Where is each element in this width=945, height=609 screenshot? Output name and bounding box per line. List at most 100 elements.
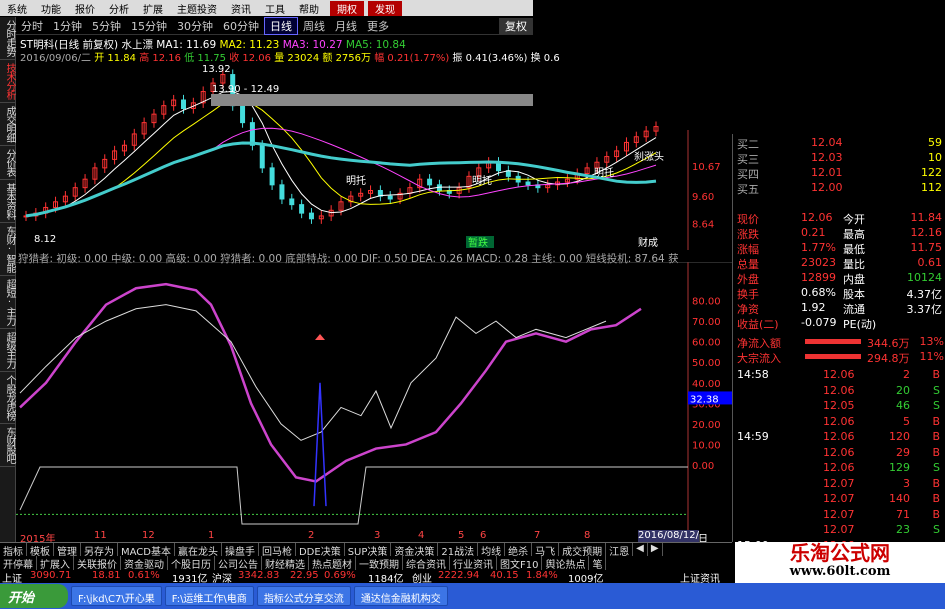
taskbar-window-item[interactable]: F:\运维工作\电商 — [164, 586, 254, 606]
period-tab-7[interactable]: 周线 — [298, 18, 330, 34]
stat-label-a: 净资 — [737, 303, 759, 316]
signal-tag: 明托 — [594, 166, 614, 179]
menu-item-1[interactable]: 功能 — [34, 1, 68, 16]
left-tab-3[interactable]: 分价表 — [0, 146, 16, 180]
signal-tag: 刹涨头 — [634, 151, 664, 163]
info-tab[interactable]: 热点题材 — [309, 556, 356, 571]
menu-item-10[interactable]: 发现 — [368, 0, 402, 16]
indicator-tab[interactable]: ▶ — [648, 543, 663, 556]
index-ticker: 上证 3090.71 18.81 0.61% 1931亿 沪深 3342.83 … — [0, 570, 732, 585]
period-tab-9[interactable]: 更多 — [362, 18, 394, 34]
menu-item-3[interactable]: 分析 — [102, 1, 136, 16]
indicator-tab[interactable]: MACD基本 — [118, 543, 175, 558]
indicator-tab[interactable]: 操盘手 — [222, 543, 259, 558]
indicator-axis-label: 60.00 — [692, 338, 721, 349]
period-tab-4[interactable]: 30分钟 — [172, 18, 218, 34]
info-tab[interactable]: 扩展入 — [37, 556, 74, 571]
info-tab[interactable]: 开停幕 — [0, 556, 37, 571]
indicator-tab[interactable]: 绝杀 — [505, 543, 533, 558]
info-tab[interactable]: 一致预期 — [356, 556, 403, 571]
menu-item-2[interactable]: 报价 — [68, 1, 102, 16]
candle-body — [505, 170, 511, 177]
period-tab-0[interactable]: 分时 — [16, 18, 48, 34]
bid-volume: 112 — [921, 181, 942, 194]
menu-item-8[interactable]: 帮助 — [292, 1, 326, 16]
indicator-tab[interactable]: 模板 — [27, 543, 54, 558]
menu-item-7[interactable]: 工具 — [258, 1, 292, 16]
info-tab[interactable]: 关联报价 — [74, 556, 121, 571]
bid-price: 12.00 — [811, 181, 843, 194]
left-tab-6[interactable]: 超短·主力 — [0, 276, 16, 329]
indicator-tab[interactable]: 成交预期 — [559, 543, 607, 558]
info-tab[interactable]: 资金驱动 — [121, 556, 168, 571]
indicator-tab[interactable]: SUP决策 — [345, 543, 392, 558]
info-tab-row: 开停幕 扩展入 关联报价 资金驱动 个股日历 公司公告 财经精选 热点题材 一致预期 综合资讯 行业… — [0, 556, 732, 571]
menu-item-6[interactable]: 资讯 — [224, 1, 258, 16]
left-tab-4[interactable]: 基本资料 — [0, 180, 16, 223]
info-tab[interactable]: 公司公告 — [215, 556, 262, 571]
signal-tag: 明托 — [346, 174, 366, 187]
stat-row: 净资 1.92 流通 3.37亿 — [733, 301, 945, 316]
indicator-tab[interactable]: 指标 — [0, 543, 27, 558]
left-tab-7[interactable]: 超级主力 — [0, 329, 16, 372]
left-tab-5[interactable]: 东财·智能 — [0, 223, 16, 276]
left-tab-bar: 分时走势 技术分析 成交明细 分价表 基本资料 东财·智能 超短·主力 超级主力 个股龙虎榜 东财… — [0, 17, 16, 542]
tick-row: 12.05 46 S — [733, 399, 945, 412]
indicator-tab[interactable]: 马飞 — [532, 543, 560, 558]
tick-side: B — [932, 492, 940, 505]
stat-label-a: 现价 — [737, 213, 759, 226]
stat-label-b: 内盘 — [843, 273, 865, 286]
indicator-tab[interactable]: 江恩 — [606, 543, 634, 558]
price-axis-label: 9.60 — [692, 192, 714, 203]
tick-row: 12.07 71 B — [733, 508, 945, 521]
indicator-axis-label: 0.00 — [692, 461, 714, 472]
left-tab-1[interactable]: 技术分析 — [0, 60, 16, 103]
period-tab-3[interactable]: 15分钟 — [126, 18, 172, 34]
left-tab-8[interactable]: 个股龙虎榜 — [0, 372, 16, 424]
fq-button[interactable]: 复权 — [499, 17, 533, 34]
menu-item-9[interactable]: 期权 — [330, 0, 364, 16]
period-tab-5[interactable]: 60分钟 — [218, 18, 264, 34]
indicator-tab[interactable]: 均线 — [478, 543, 506, 558]
start-button[interactable]: 开始 — [0, 584, 68, 608]
candle-body — [269, 167, 275, 186]
indicator-tab[interactable]: 21战法 — [438, 543, 479, 558]
taskbar-window-item[interactable]: F:\jkd\C7\开心果 — [71, 586, 162, 606]
info-tab[interactable]: 图文F10 — [497, 556, 543, 571]
kline-chart[interactable]: 10.679.608.6413.928.1213.90 - 12.49明托 明托明… — [16, 60, 732, 250]
left-tab-2[interactable]: 成交明细 — [0, 103, 16, 146]
indicator-tab[interactable]: DDE决策 — [296, 543, 345, 558]
indicator-chart[interactable]: 80.0070.0060.0050.0040.0030.0020.0010.00… — [16, 262, 732, 530]
menu-item-5[interactable]: 主题投资 — [170, 1, 224, 16]
bid-row: 买四 12.01 122 — [733, 166, 945, 181]
indicator-tab[interactable]: 回马枪 — [259, 543, 296, 558]
info-tab[interactable]: 行业资讯 — [450, 556, 497, 571]
period-tab-8[interactable]: 月线 — [330, 18, 362, 34]
ticker-a-pct: 0.61% — [128, 570, 160, 581]
info-tab[interactable]: 综合资讯 — [403, 556, 450, 571]
time-axis-label: 1 — [208, 530, 215, 541]
watermark-url: www.60lt.com — [789, 564, 891, 579]
indicator-tab[interactable]: 资金决策 — [391, 543, 439, 558]
flow-row: 大宗流入 294.8万 11% — [733, 350, 945, 365]
menu-item-0[interactable]: 系统 — [0, 1, 34, 16]
taskbar-window-item[interactable]: 通达信金融机构交 — [353, 586, 448, 606]
menu-item-4[interactable]: 扩展 — [136, 1, 170, 16]
info-tab[interactable]: 财经精选 — [262, 556, 309, 571]
period-tab-1[interactable]: 1分钟 — [48, 18, 87, 34]
stat-row: 外盘 12899 内盘 10124 — [733, 271, 945, 286]
indicator-tab[interactable]: 管理 — [54, 543, 81, 558]
left-tab-9[interactable]: 东财股吧 — [0, 424, 16, 467]
period-tab-2[interactable]: 5分钟 — [87, 18, 126, 34]
stat-value-b: 11.84 — [910, 211, 943, 224]
info-tab[interactable]: 个股日历 — [168, 556, 215, 571]
info-tab[interactable]: 笔 — [589, 556, 607, 571]
taskbar-window-item[interactable]: 指标公式分享交流 — [256, 586, 351, 606]
site-watermark: 乐淘公式网 www.60lt.com — [735, 542, 945, 583]
indicator-tab[interactable]: ◀ — [633, 543, 648, 556]
left-tab-0[interactable]: 分时走势 — [0, 17, 16, 60]
indicator-tab[interactable]: 另存为 — [81, 543, 118, 558]
info-tab[interactable]: 舆论热点 — [542, 556, 590, 571]
indicator-tab[interactable]: 赢在龙头 — [175, 543, 222, 558]
period-tab-6[interactable]: 日线 — [264, 16, 298, 35]
